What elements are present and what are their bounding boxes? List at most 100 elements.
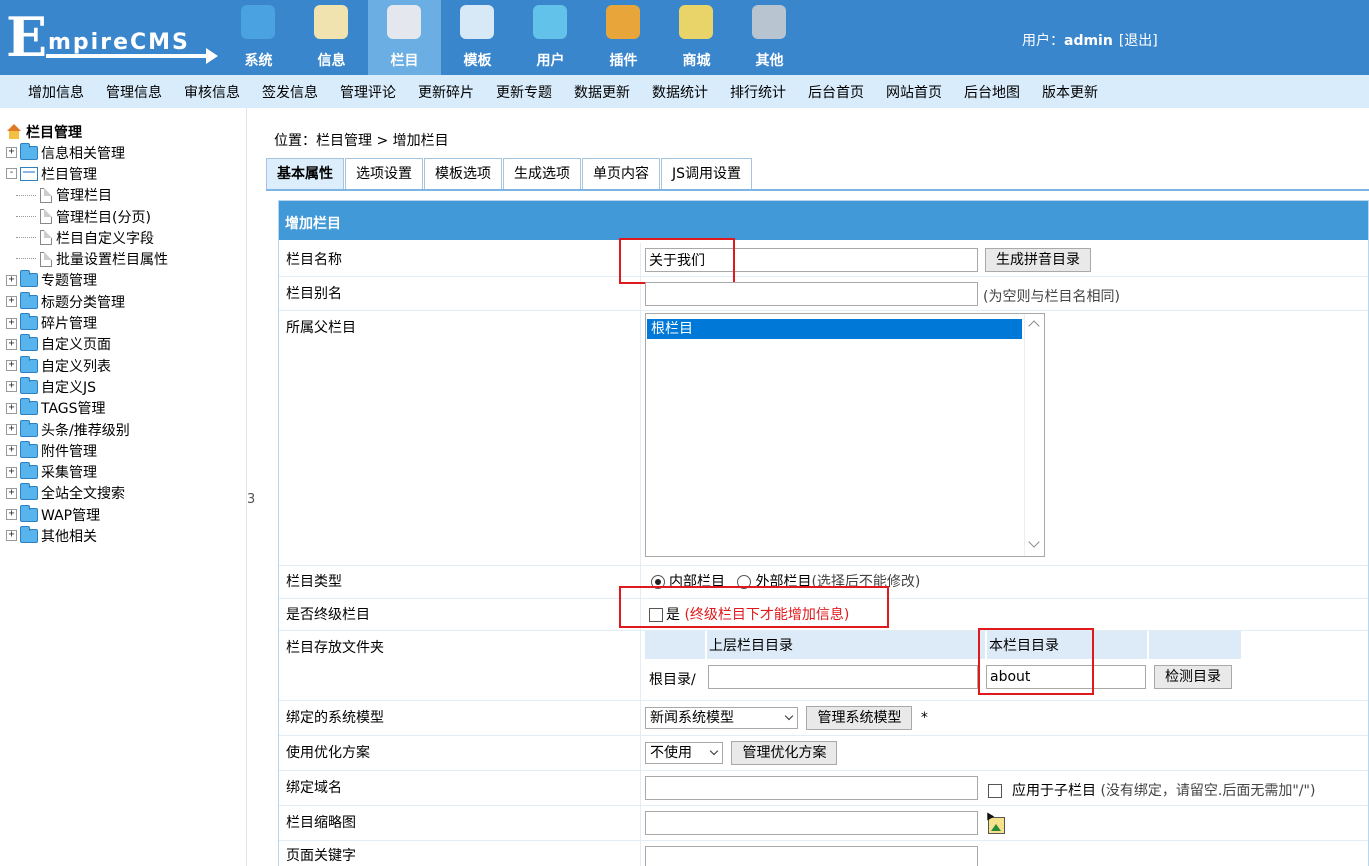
subnav-item-13[interactable]: 版本更新 [1031,82,1109,102]
thumbnail-input[interactable] [645,811,978,835]
folder-icon [20,142,38,160]
value-thumbnail [641,806,1368,840]
subnav-item-3[interactable]: 签发信息 [251,82,329,102]
logout-link[interactable]: [退出] [1119,33,1158,49]
apply-child-checkbox[interactable] [988,784,1002,798]
collapse-icon[interactable]: - [6,168,17,180]
sidebar-item-7[interactable]: + 标题分类管理 [6,291,168,312]
expand-icon[interactable]: + [6,381,17,393]
sidebar-item-12[interactable]: + TAGS管理 [6,398,168,419]
upper-dir-input[interactable] [708,665,978,689]
sidebar-item-6[interactable]: + 专题管理 [6,270,168,291]
sidebar-item-15[interactable]: + 采集管理 [6,461,168,482]
subnav-item-7[interactable]: 数据更新 [563,82,641,102]
domain-input[interactable] [645,776,978,800]
tab-3[interactable]: 生成选项 [503,158,581,190]
subnav-item-9[interactable]: 排行统计 [719,82,797,102]
sidebar-item-5[interactable]: 批量设置栏目属性 [6,248,168,269]
sidebar-item-17[interactable]: + WAP管理 [6,504,168,525]
expand-icon[interactable]: + [6,487,17,499]
subnav-item-5[interactable]: 更新碎片 [407,82,485,102]
seo-plan-select[interactable]: 不使用 [645,742,723,764]
add-column-form: 增加栏目 栏目名称 生成拼音目录 栏目别名 (为空则与栏目名相同) 所属父栏目 … [278,200,1369,866]
expand-icon[interactable]: + [6,360,17,372]
nav-item-5[interactable]: 插件 [587,0,660,75]
sidebar-item-1[interactable]: - 栏目管理 [6,163,168,184]
tab-0[interactable]: 基本属性 [266,158,344,190]
sidebar-item-label: 头条/推荐级别 [41,422,130,439]
page-icon [40,230,52,246]
listbox-scrollbar[interactable] [1024,314,1044,556]
generate-pinyin-button[interactable]: 生成拼音目录 [985,248,1091,272]
nav-item-7[interactable]: 其他 [733,0,806,75]
tree-root[interactable]: 栏目管理 [6,122,168,142]
tab-1[interactable]: 选项设置 [345,158,423,190]
nav-item-2[interactable]: 栏目 [368,0,441,75]
sidebar-item-10[interactable]: + 自定义列表 [6,355,168,376]
expand-icon[interactable]: + [6,509,17,521]
subnav-item-0[interactable]: 增加信息 [17,82,95,102]
nav-item-0[interactable]: 系统 [222,0,295,75]
sidebar-item-label: 批量设置栏目属性 [56,252,168,269]
nav-item-1[interactable]: 信息 [295,0,368,75]
manage-seo-button[interactable]: 管理优化方案 [731,741,838,765]
sidebar-item-16[interactable]: + 全站全文搜索 [6,483,168,504]
expand-icon[interactable]: + [6,274,17,286]
expand-icon[interactable]: + [6,296,17,308]
expand-icon[interactable]: + [6,402,17,414]
system-model-select[interactable]: 新闻系统模型 [645,707,798,729]
subnav-item-12[interactable]: 后台地图 [953,82,1031,102]
subnav-item-10[interactable]: 后台首页 [797,82,875,102]
subnav-item-11[interactable]: 网站首页 [875,82,953,102]
subnav-item-2[interactable]: 审核信息 [173,82,251,102]
subnav-item-1[interactable]: 管理信息 [95,82,173,102]
breadcrumb-link[interactable]: 栏目管理 [316,133,372,149]
expand-icon[interactable]: + [6,530,17,542]
splitter-glyph: 3 [247,492,256,507]
nav-item-6[interactable]: 商城 [660,0,733,75]
parent-column-listbox[interactable]: 根栏目 [645,313,1045,557]
sidebar-item-9[interactable]: + 自定义页面 [6,334,168,355]
keywords-input[interactable] [645,846,978,866]
scroll-down-icon[interactable] [1028,536,1040,548]
nav-item-3[interactable]: 模板 [441,0,514,75]
sub-nav: 增加信息 管理信息 审核信息 签发信息 管理评论 更新碎片 更新专题 数据更新 数据统计 排行统计… [0,75,1369,108]
sidebar-item-0[interactable]: + 信息相关管理 [6,142,168,163]
subnav-item-8[interactable]: 数据统计 [641,82,719,102]
nav-item-4[interactable]: 用户 [514,0,587,75]
sidebar-item-14[interactable]: + 附件管理 [6,440,168,461]
logo-arrow [46,54,211,58]
sidebar-item-8[interactable]: + 碎片管理 [6,312,168,333]
sidebar-item-4[interactable]: 栏目自定义字段 [6,227,168,248]
sidebar-item-18[interactable]: + 其他相关 [6,525,168,546]
subnav-item-4[interactable]: 管理评论 [329,82,407,102]
sidebar-item-11[interactable]: + 自定义JS [6,376,168,397]
check-dir-button[interactable]: 检测目录 [1154,665,1232,689]
expand-icon[interactable]: + [6,338,17,350]
sidebar-item-label: 管理栏目 [56,188,112,205]
empirecms-logo: E mpireCMS [6,8,218,68]
column-alias-input[interactable] [645,282,978,306]
tab-5[interactable]: JS调用设置 [661,158,753,190]
sidebar-splitter[interactable]: 3 [246,108,256,866]
parent-option-root[interactable]: 根栏目 [647,319,1022,339]
expand-icon[interactable]: + [6,424,17,435]
row-seo-plan: 使用优化方案 不使用 管理优化方案 [279,736,1368,771]
expand-icon[interactable]: + [6,147,17,159]
scroll-up-icon[interactable] [1028,320,1040,332]
sidebar-item-2[interactable]: 管理栏目 [6,185,168,206]
sidebar-item-3[interactable]: 管理栏目(分页) [6,206,168,227]
row-parent-column: 所属父栏目 根栏目 [279,311,1368,566]
expand-icon[interactable]: + [6,445,17,457]
tab-2[interactable]: 模板选项 [424,158,502,190]
sidebar-item-13[interactable]: + 头条/推荐级别 [6,419,168,440]
expand-icon[interactable]: + [6,466,17,478]
label-bind-domain: 绑定域名 [279,771,641,805]
system-model-value: 新闻系统模型 [650,710,734,726]
manage-model-button[interactable]: 管理系统模型 [806,706,913,730]
select-image-icon[interactable] [988,817,1005,834]
folder-icon [20,166,38,181]
expand-icon[interactable]: + [6,317,17,329]
subnav-item-6[interactable]: 更新专题 [485,82,563,102]
tab-4[interactable]: 单页内容 [582,158,660,190]
